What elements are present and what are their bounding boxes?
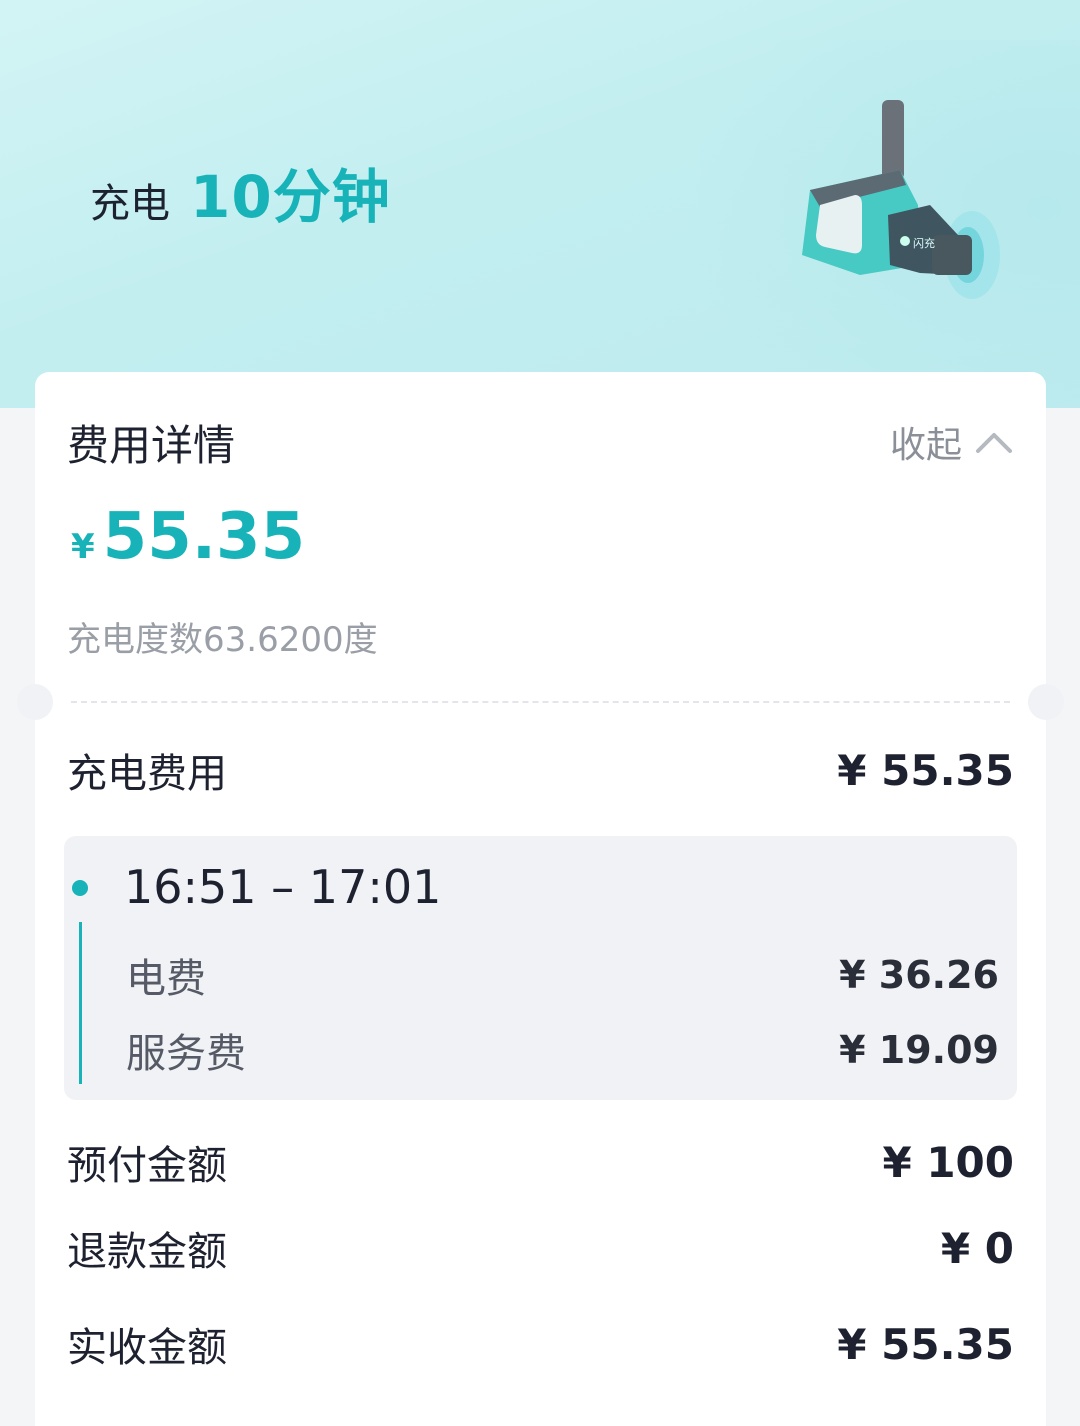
total-amount: ¥ 55.35 bbox=[71, 500, 305, 574]
card-header: 费用详情 收起 bbox=[67, 412, 1014, 470]
charge-fee-value: ¥ 55.35 bbox=[837, 745, 1014, 795]
charge-fee-label: 充电费用 bbox=[67, 751, 227, 797]
hero-banner: 充电 10分钟 闪充 bbox=[0, 0, 1080, 408]
electricity-fee-label: 电费 bbox=[126, 956, 206, 1002]
service-fee-value: ¥ 19.09 bbox=[839, 1028, 999, 1072]
prepaid-label: 预付金额 bbox=[67, 1143, 227, 1189]
service-fee-row: 服务费 ¥ 19.09 bbox=[126, 1025, 999, 1077]
ticket-notch-right bbox=[1028, 684, 1064, 720]
charging-label: 充电 bbox=[90, 181, 170, 227]
charge-fee-row: 充电费用 ¥ 55.35 bbox=[67, 742, 1014, 798]
collapse-button[interactable]: 收起 bbox=[890, 416, 1014, 468]
energy-kwh: 充电度数63.6200度 bbox=[67, 620, 378, 660]
total-value: 55.35 bbox=[102, 500, 306, 574]
time-range: 16:51 – 17:01 bbox=[124, 860, 442, 914]
ticket-notch-left bbox=[17, 684, 53, 720]
charging-duration: 充电 10分钟 bbox=[90, 150, 391, 234]
refund-label: 退款金额 bbox=[67, 1229, 227, 1275]
electricity-fee-value: ¥ 36.26 bbox=[839, 953, 999, 997]
prepaid-row: 预付金额 ¥ 100 bbox=[67, 1134, 1014, 1190]
prepaid-value: ¥ 100 bbox=[882, 1137, 1014, 1187]
received-value: ¥ 55.35 bbox=[837, 1319, 1014, 1369]
plug-brand-text: 闪充 bbox=[913, 236, 935, 250]
card-title: 费用详情 bbox=[67, 421, 236, 470]
received-label: 实收金额 bbox=[67, 1325, 227, 1371]
dashed-divider bbox=[71, 701, 1010, 703]
received-row: 实收金额 ¥ 55.35 bbox=[67, 1316, 1014, 1372]
fee-details-card: 费用详情 收起 ¥ 55.35 充电度数63.6200度 充电费用 ¥ 55.3… bbox=[17, 372, 1064, 1426]
collapse-label: 收起 bbox=[889, 425, 962, 466]
time-period-block: 16:51 – 17:01 电费 ¥ 36.26 服务费 ¥ 19.09 bbox=[64, 836, 1017, 1100]
electricity-fee-row: 电费 ¥ 36.26 bbox=[126, 950, 999, 1002]
total-currency: ¥ bbox=[71, 527, 95, 567]
refund-row: 退款金额 ¥ 0 bbox=[67, 1220, 1014, 1276]
timeline-dot bbox=[72, 880, 88, 896]
refund-value: ¥ 0 bbox=[940, 1223, 1014, 1273]
timeline-line bbox=[79, 922, 82, 1084]
chevron-up-icon bbox=[976, 433, 1012, 453]
service-fee-label: 服务费 bbox=[126, 1031, 246, 1077]
duration-value: 10分钟 bbox=[190, 163, 391, 231]
charger-plug-icon: 闪充 bbox=[802, 100, 1000, 299]
